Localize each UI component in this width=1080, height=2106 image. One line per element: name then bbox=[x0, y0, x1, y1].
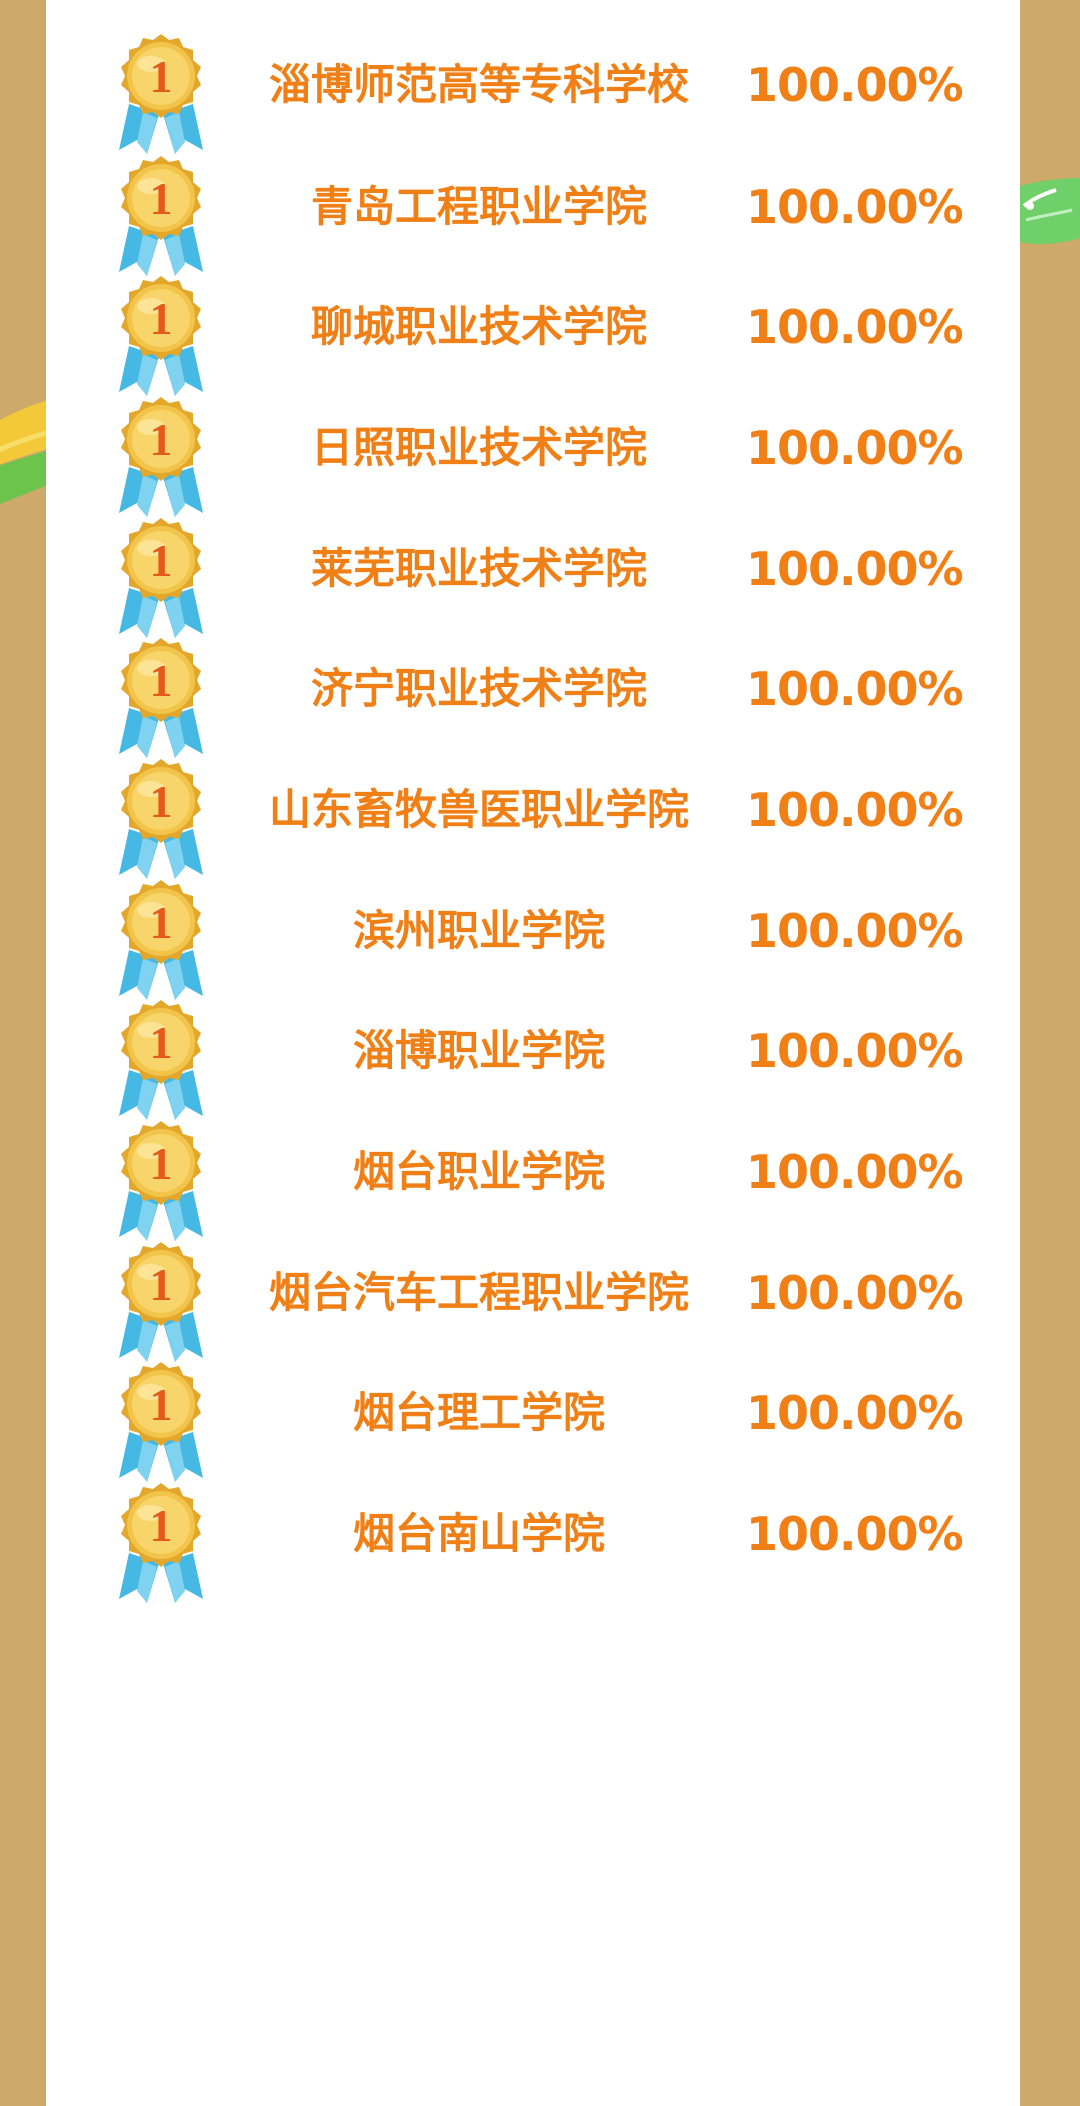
svg-text:1: 1 bbox=[150, 535, 173, 586]
school-name: 山东畜牧兽医职业学院 bbox=[268, 785, 689, 834]
school-name: 淄博职业学院 bbox=[352, 1026, 605, 1075]
pass-rate: 100.00% bbox=[746, 1024, 964, 1078]
svg-text:1: 1 bbox=[150, 897, 173, 948]
svg-text:1: 1 bbox=[150, 414, 173, 465]
leaf-decoration-right bbox=[1020, 178, 1080, 245]
rank-row-13: 1 烟台南山学院 100.00% bbox=[46, 1453, 1020, 1615]
school-name: 日照职业技术学院 bbox=[310, 423, 647, 472]
pass-rate: 100.00% bbox=[746, 662, 964, 716]
svg-text:1: 1 bbox=[150, 1259, 173, 1310]
school-name: 济宁职业技术学院 bbox=[310, 664, 647, 713]
rank-list: 1 淄博师范高等专科学校 100.00% 1 青岛工程职业学院 100.00% bbox=[46, 0, 1020, 2106]
svg-text:1: 1 bbox=[150, 1017, 173, 1068]
pass-rate: 100.00% bbox=[746, 542, 964, 596]
pass-rate: 100.00% bbox=[746, 1145, 964, 1199]
school-name: 烟台职业学院 bbox=[352, 1147, 605, 1196]
svg-text:1: 1 bbox=[150, 655, 173, 706]
svg-text:1: 1 bbox=[150, 293, 173, 344]
pass-rate: 100.00% bbox=[746, 58, 964, 112]
pass-rate: 100.00% bbox=[746, 300, 964, 354]
pass-rate: 100.00% bbox=[746, 1386, 964, 1440]
leaf-decoration-left bbox=[0, 400, 46, 504]
svg-text:1: 1 bbox=[150, 173, 173, 224]
svg-text:1: 1 bbox=[150, 1138, 173, 1189]
svg-text:1: 1 bbox=[150, 51, 173, 102]
school-name: 烟台南山学院 bbox=[352, 1509, 605, 1558]
pass-rate: 100.00% bbox=[746, 783, 964, 837]
pass-rate: 100.00% bbox=[746, 904, 964, 958]
school-name: 聊城职业技术学院 bbox=[310, 302, 647, 351]
school-name: 烟台理工学院 bbox=[352, 1388, 605, 1437]
pass-rate: 100.00% bbox=[746, 421, 964, 475]
svg-text:1: 1 bbox=[150, 776, 173, 827]
school-name: 莱芜职业技术学院 bbox=[310, 544, 647, 593]
school-name: 青岛工程职业学院 bbox=[310, 182, 647, 231]
school-name: 滨州职业学院 bbox=[352, 906, 605, 955]
svg-text:1: 1 bbox=[150, 1500, 173, 1551]
pass-rate: 100.00% bbox=[746, 1266, 964, 1320]
pass-rate: 100.00% bbox=[746, 1507, 964, 1561]
school-name: 淄博师范高等专科学校 bbox=[268, 60, 689, 109]
gold-medal-1-icon: 1 bbox=[119, 1483, 203, 1603]
svg-text:1: 1 bbox=[150, 1379, 173, 1430]
pass-rate: 100.00% bbox=[746, 180, 964, 234]
school-name: 烟台汽车工程职业学院 bbox=[268, 1268, 689, 1317]
